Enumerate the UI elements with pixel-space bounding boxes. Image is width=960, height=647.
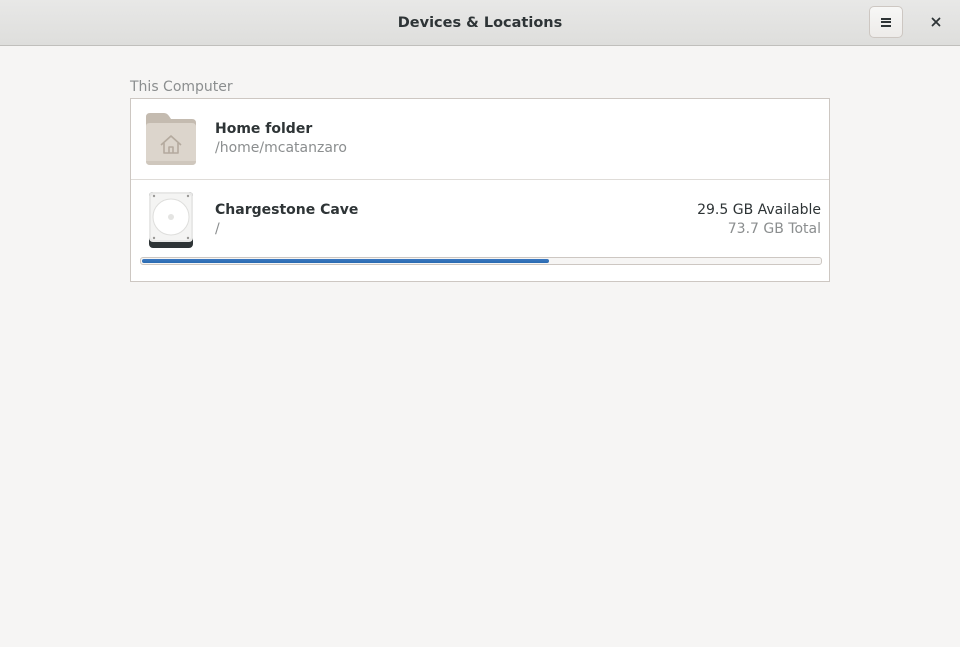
section-label: This Computer xyxy=(130,79,233,95)
total-space: 73.7 GB Total xyxy=(727,221,821,237)
hard-disk-icon xyxy=(149,192,193,248)
locations-list: Home folder /home/mcatanzaro Chargestone… xyxy=(130,98,830,282)
location-name: Home folder xyxy=(215,121,313,137)
home-folder-icon xyxy=(146,113,196,165)
header-bar: Devices & Locations xyxy=(0,0,960,46)
location-path: / xyxy=(215,221,220,237)
location-name: Chargestone Cave xyxy=(215,202,359,218)
location-path: /home/mcatanzaro xyxy=(215,140,347,156)
close-button[interactable] xyxy=(920,6,952,38)
available-space: 29.5 GB Available xyxy=(697,202,821,218)
devices-locations-window: Devices & Locations This Computer Home f… xyxy=(0,0,960,647)
disk-usage-fill xyxy=(142,259,549,263)
close-icon xyxy=(931,17,941,27)
disk-usage-bar xyxy=(140,257,822,265)
location-row-disk[interactable]: Chargestone Cave / 29.5 GB Available 73.… xyxy=(131,180,829,281)
window-title: Devices & Locations xyxy=(397,15,563,31)
location-row-home[interactable]: Home folder /home/mcatanzaro xyxy=(131,99,829,180)
menu-button[interactable] xyxy=(869,6,903,38)
hamburger-menu-icon xyxy=(881,17,891,27)
